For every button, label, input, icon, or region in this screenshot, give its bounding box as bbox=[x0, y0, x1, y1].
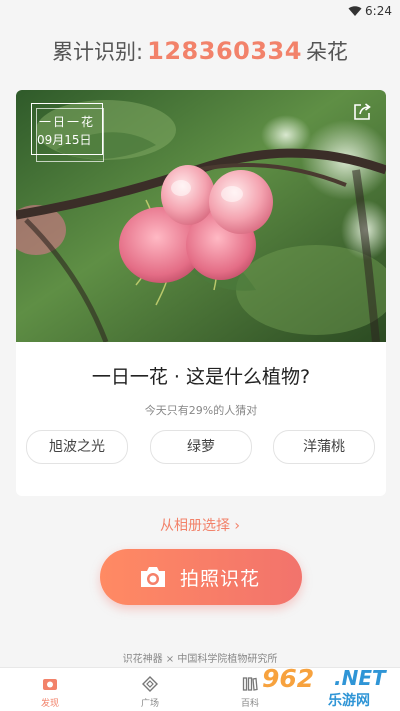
tab-square[interactable]: 广场 bbox=[120, 668, 180, 711]
partner-note: 识花神器 × 中国科学院植物研究所 bbox=[122, 654, 278, 665]
watermark-net: .NET bbox=[334, 666, 386, 690]
books-icon bbox=[242, 677, 258, 691]
take-photo-label: 拍照识花 bbox=[180, 568, 261, 590]
site-watermark: 962 .NET 乐游网 bbox=[262, 664, 400, 710]
counter-prefix: 累计识别: bbox=[52, 40, 144, 64]
quiz-question: 一日一花 · 这是什么植物? bbox=[91, 366, 311, 388]
stamp-date: 09月15日 bbox=[37, 133, 92, 147]
take-photo-button[interactable]: 拍照识花 bbox=[100, 549, 302, 605]
status-bar: 6:24 bbox=[0, 0, 400, 24]
flower-photo[interactable]: 一日一花 09月15日 bbox=[16, 90, 386, 342]
camera-icon bbox=[43, 679, 57, 690]
camera-icon bbox=[141, 567, 165, 587]
watermark-name: 乐游网 bbox=[328, 693, 370, 709]
quiz-hint: 今天只有29%的人猜对 bbox=[144, 404, 258, 417]
watermark-number: 962 bbox=[262, 664, 315, 693]
date-stamp: 一日一花 09月15日 bbox=[31, 103, 105, 163]
daily-flower-card: 一日一花 09月15日 一日一花 · 这是什么植物? 今天只有29%的人猜对 旭… bbox=[16, 90, 386, 496]
stamp-title: 一日一花 bbox=[39, 115, 96, 129]
diamond-icon bbox=[142, 676, 158, 692]
answer-option-2[interactable]: 绿萝 bbox=[150, 430, 252, 464]
clock: 6:24 bbox=[365, 4, 392, 18]
answer-option-1[interactable]: 旭波之光 bbox=[26, 430, 128, 464]
answer-option-3[interactable]: 洋蒲桃 bbox=[273, 430, 375, 464]
share-icon[interactable] bbox=[352, 102, 372, 122]
recognition-counter: 累计识别: 128360334 朵花 bbox=[0, 36, 400, 66]
tab-label: 发现 bbox=[40, 699, 59, 709]
counter-value: 128360334 bbox=[147, 37, 302, 65]
counter-suffix: 朵花 bbox=[305, 40, 348, 64]
tab-label: 广场 bbox=[140, 699, 159, 709]
tab-discover[interactable]: 发现 bbox=[20, 668, 80, 711]
choose-from-album-link[interactable]: 从相册选择 › bbox=[0, 515, 400, 535]
wifi-icon bbox=[348, 6, 362, 16]
